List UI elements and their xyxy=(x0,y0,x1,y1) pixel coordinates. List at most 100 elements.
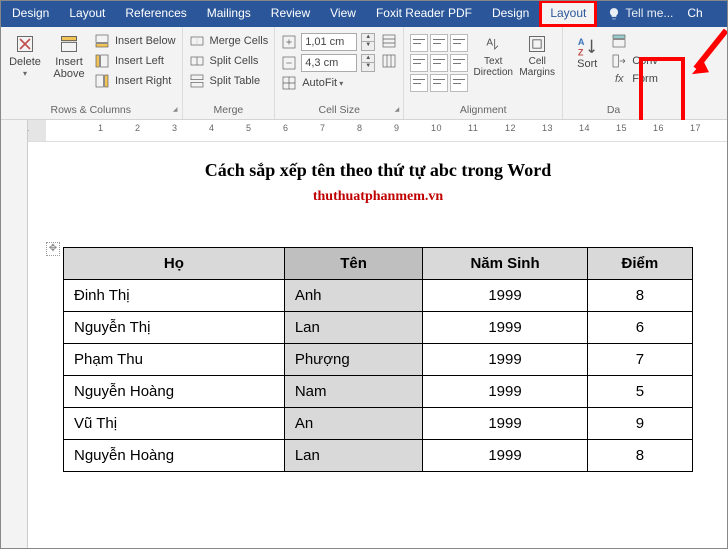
doc-title[interactable]: Cách sắp xếp tên theo thứ tự abc trong W… xyxy=(28,160,728,181)
ruler-tick: 11 xyxy=(468,123,478,133)
cell-ho[interactable]: Đinh Thị xyxy=(64,280,285,312)
ruler-tick: 1 xyxy=(28,123,30,133)
align-bl[interactable] xyxy=(410,74,428,92)
insert-right-icon xyxy=(94,73,110,89)
cell-ho[interactable]: Vũ Thị xyxy=(64,408,285,440)
cell-diem[interactable]: 8 xyxy=(587,280,692,312)
col-header-ten[interactable]: Tên xyxy=(284,248,422,280)
col-width-spinners[interactable]: ▲▼ xyxy=(361,54,375,72)
tab-table-design[interactable]: Design xyxy=(482,0,539,27)
convert-button[interactable]: Conv xyxy=(611,53,658,69)
align-tc[interactable] xyxy=(430,34,448,52)
cell-diem[interactable]: 8 xyxy=(587,440,692,472)
split-table-icon xyxy=(189,73,205,89)
row-height-spinners[interactable]: ▲▼ xyxy=(361,33,375,51)
table-row[interactable]: Đinh ThịAnh19998 xyxy=(64,280,693,312)
cell-ho[interactable]: Nguyễn Hoàng xyxy=(64,376,285,408)
data-table[interactable]: Họ Tên Năm Sinh Điểm Đinh ThịAnh19998Ngu… xyxy=(63,247,693,472)
cell-namsinh[interactable]: 1999 xyxy=(423,440,587,472)
insert-below-button[interactable]: Insert Below xyxy=(94,33,176,49)
cell-margins-button[interactable]: Cell Margins xyxy=(518,30,556,78)
col-header-namsinh[interactable]: Năm Sinh xyxy=(423,248,587,280)
table-row[interactable]: Nguyễn HoàngNam19995 xyxy=(64,376,693,408)
cell-namsinh[interactable]: 1999 xyxy=(423,344,587,376)
cell-diem[interactable]: 5 xyxy=(587,376,692,408)
tab-overflow: Ch xyxy=(683,0,712,27)
distribute-cols-button[interactable] xyxy=(381,53,397,69)
cell-ten[interactable]: Phượng xyxy=(284,344,422,376)
col-header-ho[interactable]: Họ xyxy=(64,248,285,280)
cell-ho[interactable]: Nguyễn Hoàng xyxy=(64,440,285,472)
tab-mailings[interactable]: Mailings xyxy=(197,0,261,27)
ruler-tick: 15 xyxy=(616,123,627,133)
group-label-cell-size[interactable]: Cell Size xyxy=(281,103,397,119)
cell-namsinh[interactable]: 1999 xyxy=(423,408,587,440)
insert-below-icon xyxy=(94,33,110,49)
cell-ten[interactable]: An xyxy=(284,408,422,440)
distribute-rows-button[interactable] xyxy=(381,33,397,49)
ruler-tick: 17 xyxy=(690,123,701,133)
ruler-tick: 9 xyxy=(394,123,400,133)
insert-above-button[interactable]: Insert Above xyxy=(50,30,88,80)
cell-ten[interactable]: Anh xyxy=(284,280,422,312)
doc-subtitle[interactable]: thuthuatphanmem.vn xyxy=(28,189,728,205)
autofit-icon xyxy=(281,75,297,91)
cell-ho[interactable]: Phạm Thu xyxy=(64,344,285,376)
col-width-input[interactable]: 4,3 cm xyxy=(301,54,357,72)
cell-ten[interactable]: Lan xyxy=(284,312,422,344)
formula-button[interactable]: fx Form xyxy=(611,73,658,85)
align-mc[interactable] xyxy=(430,54,448,72)
cell-ten[interactable]: Nam xyxy=(284,376,422,408)
tab-table-layout[interactable]: Layout xyxy=(539,0,597,27)
col-width-icon xyxy=(281,55,297,71)
merge-cells-button[interactable]: Merge Cells xyxy=(189,33,269,49)
tab-design[interactable]: Design xyxy=(2,0,59,27)
split-table-button[interactable]: Split Table xyxy=(189,73,269,89)
tab-references[interactable]: References xyxy=(115,0,196,27)
align-bc[interactable] xyxy=(430,74,448,92)
align-ml[interactable] xyxy=(410,54,428,72)
tab-view[interactable]: View xyxy=(320,0,366,27)
tell-me-search[interactable]: Tell me... xyxy=(597,0,683,27)
ruler-horizontal[interactable]: 112345678910111213141516171 xyxy=(0,120,728,142)
table-row[interactable]: Phạm ThuPhượng19997 xyxy=(64,344,693,376)
sort-button[interactable]: A Z Sort xyxy=(569,30,605,70)
cell-namsinh[interactable]: 1999 xyxy=(423,312,587,344)
cell-diem[interactable]: 6 xyxy=(587,312,692,344)
align-mr[interactable] xyxy=(450,54,468,72)
delete-icon xyxy=(15,34,35,54)
tab-review[interactable]: Review xyxy=(261,0,320,27)
group-label-rows-columns[interactable]: Rows & Columns xyxy=(6,103,176,119)
table-move-handle[interactable]: ✥ xyxy=(46,242,60,256)
table-row[interactable]: Nguyễn ThịLan19996 xyxy=(64,312,693,344)
align-br[interactable] xyxy=(450,74,468,92)
split-cells-button[interactable]: Split Cells xyxy=(189,53,269,69)
cell-namsinh[interactable]: 1999 xyxy=(423,376,587,408)
autofit-button[interactable]: AutoFit xyxy=(281,75,375,91)
cell-namsinh[interactable]: 1999 xyxy=(423,280,587,312)
cell-diem[interactable]: 9 xyxy=(587,408,692,440)
cell-diem[interactable]: 7 xyxy=(587,344,692,376)
col-header-diem[interactable]: Điểm xyxy=(587,248,692,280)
text-direction-button[interactable]: A Text Direction xyxy=(474,30,512,78)
document-page[interactable]: Cách sắp xếp tên theo thứ tự abc trong W… xyxy=(28,142,728,549)
insert-left-button[interactable]: Insert Left xyxy=(94,53,176,69)
svg-text:Z: Z xyxy=(578,47,584,57)
table-row[interactable]: Vũ ThịAn19999 xyxy=(64,408,693,440)
align-tr[interactable] xyxy=(450,34,468,52)
ruler-tick: 4 xyxy=(209,123,215,133)
cell-ho[interactable]: Nguyễn Thị xyxy=(64,312,285,344)
row-height-input[interactable]: 1,01 cm xyxy=(301,33,357,51)
table-row[interactable]: Nguyễn HoàngLan19998 xyxy=(64,440,693,472)
repeat-header-button[interactable] xyxy=(611,33,658,49)
ruler-vertical[interactable] xyxy=(0,142,28,549)
group-label-alignment: Alignment xyxy=(410,103,556,119)
insert-right-button[interactable]: Insert Right xyxy=(94,73,176,89)
cell-ten[interactable]: Lan xyxy=(284,440,422,472)
tab-layout[interactable]: Layout xyxy=(59,0,115,27)
align-tl[interactable] xyxy=(410,34,428,52)
delete-button[interactable]: Delete xyxy=(6,30,44,78)
ruler-tick: 13 xyxy=(542,123,553,133)
ruler-tick: 16 xyxy=(653,123,664,133)
tab-foxit[interactable]: Foxit Reader PDF xyxy=(366,0,482,27)
